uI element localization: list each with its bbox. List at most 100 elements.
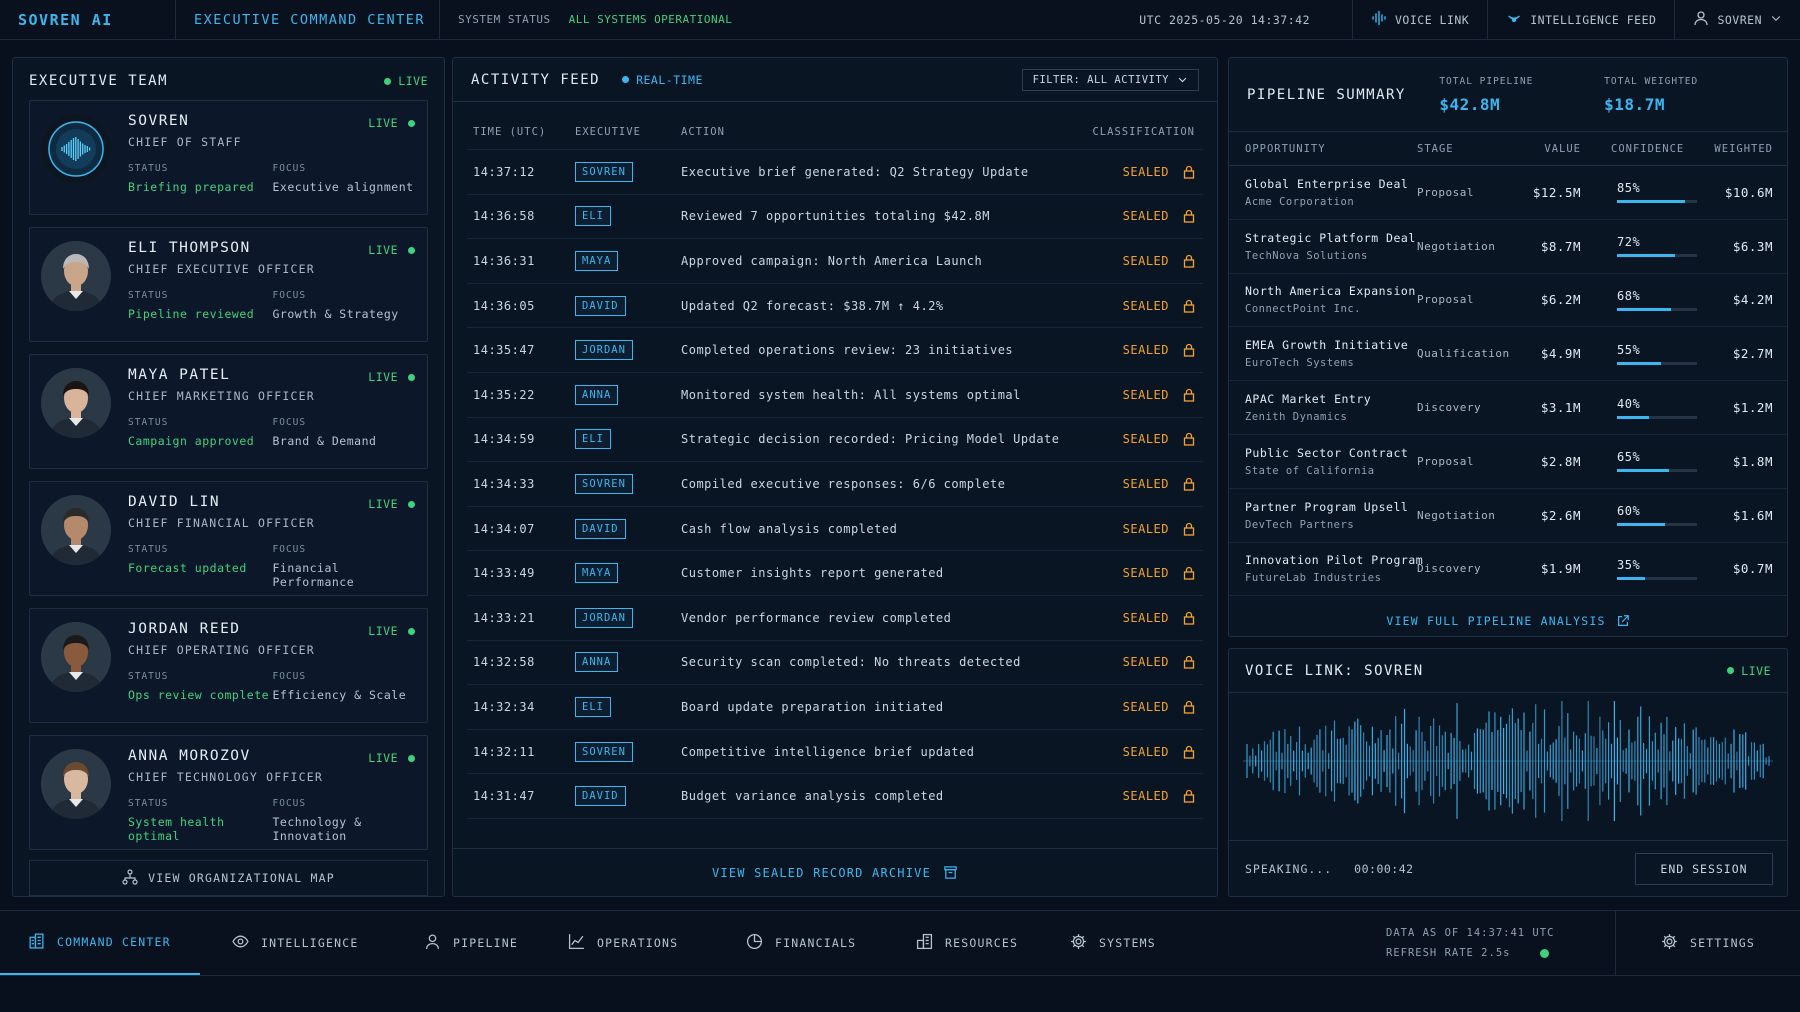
view-pipeline-analysis-link[interactable]: VIEW FULL PIPELINE ANALYSIS bbox=[1229, 596, 1787, 646]
executive-cell: MAYA bbox=[575, 250, 681, 271]
executive-badge[interactable]: ELI bbox=[575, 696, 611, 717]
nav-resources[interactable]: RESOURCES bbox=[890, 911, 1056, 975]
executive-card[interactable]: MAYA PATEL CHIEF MARKETING OFFICER LIVE … bbox=[29, 354, 428, 469]
executive-cell: ANNA bbox=[575, 652, 681, 673]
total-pipeline: TOTAL PIPELINE $42.8M bbox=[1439, 76, 1604, 114]
activity-row[interactable]: 14:34:33 SOVREN Compiled executive respo… bbox=[467, 462, 1203, 507]
view-org-map-button[interactable]: VIEW ORGANIZATIONAL MAP bbox=[29, 860, 428, 896]
executive-live-indicator: LIVE bbox=[368, 751, 415, 765]
opportunity-cell: Partner Program Upsell DevTech Partners bbox=[1245, 500, 1417, 531]
pipeline-row[interactable]: APAC Market Entry Zenith Dynamics Discove… bbox=[1229, 381, 1787, 435]
classification-label: SEALED bbox=[1122, 209, 1169, 224]
confidence-cell: 72% bbox=[1581, 235, 1703, 258]
activity-row[interactable]: 14:35:22 ANNA Monitored system health: A… bbox=[467, 373, 1203, 418]
nav-command-center[interactable]: COMMAND CENTER bbox=[0, 911, 200, 975]
focus-value: Executive alignment bbox=[272, 180, 414, 194]
pipeline-row[interactable]: Innovation Pilot Program FutureLab Indust… bbox=[1229, 543, 1787, 597]
realtime-dot-icon bbox=[622, 76, 630, 83]
activity-row[interactable]: 14:31:47 DAVID Budget variance analysis … bbox=[467, 774, 1203, 819]
activity-row[interactable]: 14:36:05 DAVID Updated Q2 forecast: $38.… bbox=[467, 284, 1203, 329]
focus-value: Financial Performance bbox=[272, 561, 355, 589]
activity-row[interactable]: 14:36:58 ELI Reviewed 7 opportunities to… bbox=[467, 195, 1203, 240]
session-timer: 00:00:42 bbox=[1354, 861, 1414, 876]
opportunity-name: EMEA Growth Initiative bbox=[1245, 338, 1409, 353]
classification-cell: SEALED bbox=[1093, 477, 1203, 491]
live-dot-icon bbox=[408, 754, 415, 762]
executive-card[interactable]: SOVREN CHIEF OF STAFF LIVE STATUS Briefin… bbox=[29, 100, 428, 215]
activity-row[interactable]: 14:33:49 MAYA Customer insights report g… bbox=[467, 551, 1203, 596]
status-key: STATUS bbox=[128, 671, 169, 682]
brand-logo[interactable]: SOVREN AI bbox=[0, 0, 176, 39]
activity-row[interactable]: 14:32:34 ELI Board update preparation in… bbox=[467, 685, 1203, 730]
executive-badge[interactable]: DAVID bbox=[575, 295, 626, 316]
activity-time: 14:36:58 bbox=[473, 209, 535, 224]
lock-icon bbox=[1183, 477, 1195, 491]
voice-link-button[interactable]: VOICE LINK bbox=[1353, 0, 1489, 39]
view-archive-button[interactable]: VIEW SEALED RECORD ARCHIVE bbox=[453, 848, 1217, 896]
activity-row[interactable]: 14:35:47 JORDAN Completed operations rev… bbox=[467, 328, 1203, 373]
pipeline-row[interactable]: EMEA Growth Initiative EuroTech Systems Q… bbox=[1229, 327, 1787, 382]
pipeline-row[interactable]: North America Expansion ConnectPoint Inc.… bbox=[1229, 274, 1787, 328]
pipeline-row[interactable]: Strategic Platform Deal TechNova Solution… bbox=[1229, 220, 1787, 274]
executive-badge[interactable]: ANNA bbox=[575, 384, 619, 405]
nav-systems[interactable]: SYSTEMS bbox=[1056, 911, 1206, 975]
activity-row[interactable]: 14:32:11 SOVREN Competitive intelligence… bbox=[467, 730, 1203, 775]
executive-team-panel: EXECUTIVE TEAM LIVE SOVREN CHIEF OF STAF… bbox=[12, 57, 445, 897]
opportunity-name: APAC Market Entry bbox=[1245, 392, 1372, 407]
activity-row[interactable]: 14:36:31 MAYA Approved campaign: North A… bbox=[467, 239, 1203, 284]
activity-time: 14:33:21 bbox=[473, 610, 535, 625]
lock-icon bbox=[1183, 343, 1195, 357]
executive-badge[interactable]: DAVID bbox=[575, 518, 626, 539]
activity-row[interactable]: 14:37:12 SOVREN Executive brief generate… bbox=[467, 150, 1203, 195]
executive-card[interactable]: JORDAN REED CHIEF OPERATING OFFICER LIVE… bbox=[29, 608, 428, 723]
pipeline-row[interactable]: Public Sector Contract State of Californi… bbox=[1229, 435, 1787, 489]
executive-badge[interactable]: SOVREN bbox=[575, 161, 633, 182]
live-label: LIVE bbox=[368, 243, 398, 257]
executive-live-indicator: LIVE bbox=[368, 624, 415, 638]
activity-row[interactable]: 14:34:59 ELI Strategic decision recorded… bbox=[467, 418, 1203, 463]
chevron-down-icon bbox=[1177, 74, 1188, 85]
executive-badge[interactable]: MAYA bbox=[575, 563, 619, 584]
status-block: STATUS Forecast updated bbox=[128, 544, 273, 589]
executive-badge[interactable]: MAYA bbox=[575, 250, 619, 271]
pipeline-row[interactable]: Global Enterprise Deal Acme Corporation P… bbox=[1229, 166, 1787, 220]
end-session-button[interactable]: END SESSION bbox=[1635, 852, 1773, 885]
focus-block: FOCUS Executive alignment bbox=[273, 163, 418, 194]
system-status-label: SYSTEM STATUS bbox=[458, 13, 551, 26]
executive-card[interactable]: ANNA MOROZOV CHIEF TECHNOLOGY OFFICER LI… bbox=[29, 735, 428, 850]
focus-block: FOCUS Efficiency & Scale bbox=[273, 671, 418, 702]
nav-operations[interactable]: OPERATIONS bbox=[544, 911, 718, 975]
executive-card[interactable]: DAVID LIN CHIEF FINANCIAL OFFICER LIVE S… bbox=[29, 481, 428, 596]
nav-settings[interactable]: SETTINGS bbox=[1616, 911, 1800, 975]
activity-row[interactable]: 14:33:21 JORDAN Vendor performance revie… bbox=[467, 596, 1203, 641]
intelligence-feed-button[interactable]: INTELLIGENCE FEED bbox=[1488, 0, 1676, 39]
executive-badge[interactable]: JORDAN bbox=[575, 607, 633, 628]
executive-badge[interactable]: ELI bbox=[575, 429, 611, 450]
realtime-label: REAL-TIME bbox=[636, 72, 703, 87]
executive-badge[interactable]: ANNA bbox=[575, 652, 619, 673]
activity-action: Approved campaign: North America Launch bbox=[681, 253, 983, 268]
nav-financials[interactable]: FINANCIALS bbox=[718, 911, 890, 975]
executive-badge[interactable]: SOVREN bbox=[575, 473, 633, 494]
executive-card[interactable]: ELI THOMPSON CHIEF EXECUTIVE OFFICER LIV… bbox=[29, 227, 428, 342]
activity-action: Board update preparation initiated bbox=[681, 699, 944, 714]
voice-link-header: VOICE LINK: SOVREN LIVE bbox=[1229, 649, 1787, 693]
nav-intelligence[interactable]: INTELLIGENCE bbox=[200, 911, 390, 975]
executive-badge[interactable]: DAVID bbox=[575, 786, 626, 807]
intelligence-feed-label: INTELLIGENCE FEED bbox=[1530, 12, 1657, 27]
activity-row[interactable]: 14:32:58 ANNA Security scan completed: N… bbox=[467, 641, 1203, 686]
live-label: LIVE bbox=[368, 497, 398, 511]
pipeline-row[interactable]: Partner Program Upsell DevTech Partners N… bbox=[1229, 489, 1787, 543]
avatar bbox=[41, 368, 111, 438]
nav-pipeline[interactable]: PIPELINE bbox=[390, 911, 544, 975]
lock-icon bbox=[1183, 789, 1195, 803]
user-menu[interactable]: SOVREN bbox=[1675, 0, 1800, 39]
focus-key: FOCUS bbox=[272, 544, 307, 555]
executive-badge[interactable]: SOVREN bbox=[575, 741, 633, 762]
activity-filter-dropdown[interactable]: FILTER: ALL ACTIVITY bbox=[1021, 68, 1199, 91]
lock-icon bbox=[1183, 566, 1195, 580]
status-value: Campaign approved bbox=[128, 434, 255, 448]
activity-row[interactable]: 14:34:07 DAVID Cash flow analysis comple… bbox=[467, 507, 1203, 552]
executive-badge[interactable]: ELI bbox=[575, 206, 611, 227]
executive-badge[interactable]: JORDAN bbox=[575, 340, 633, 361]
